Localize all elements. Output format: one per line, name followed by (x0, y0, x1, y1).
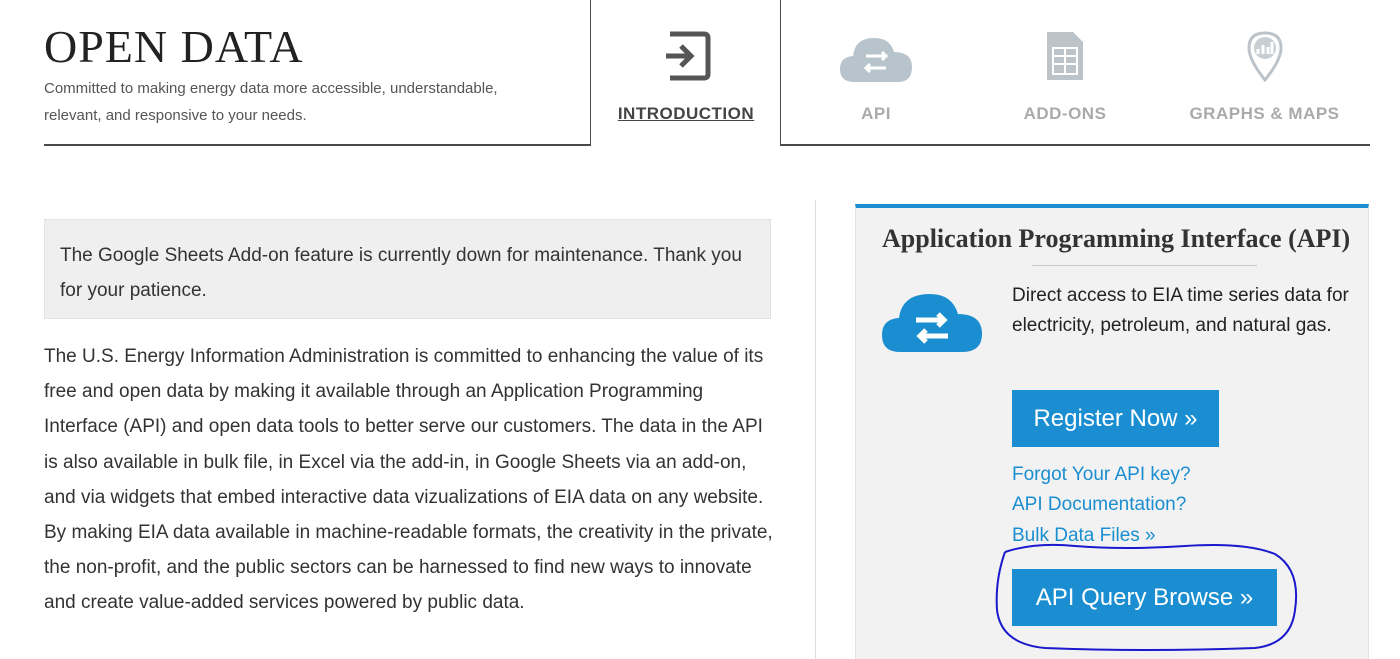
site-header: OPEN DATA Committed to making energy dat… (44, 0, 591, 146)
intro-paragraph: The U.S. Energy Information Administrati… (44, 346, 773, 614)
tab-label: GRAPHS & MAPS (1189, 104, 1340, 123)
spreadsheet-icon (1045, 30, 1085, 87)
page-title: OPEN DATA (44, 21, 304, 72)
api-documentation-link[interactable]: API Documentation? (1012, 494, 1186, 516)
site-tagline: Committed to making energy data more acc… (44, 80, 498, 124)
cloud-transfer-icon (838, 32, 914, 89)
api-panel-title: Application Programming Interface (API) (882, 224, 1351, 253)
maintenance-notice: The Google Sheets Add-on feature is curr… (44, 219, 771, 319)
tab-graphs-maps[interactable]: GRAPHS & MAPS (1181, 0, 1348, 146)
tab-bar: API ADD-ONS GRAPHS & MAPS (780, 0, 1370, 146)
tab-label: INTRODUCTION (617, 104, 755, 123)
divider (1032, 265, 1257, 266)
bulk-data-files-link[interactable]: Bulk Data Files » (1012, 525, 1156, 547)
api-description: Direct access to EIA time series data fo… (1012, 285, 1349, 336)
column-divider (815, 200, 816, 659)
cloud-transfer-icon (880, 288, 984, 359)
forgot-api-key-link[interactable]: Forgot Your API key? (1012, 464, 1191, 486)
tab-label: ADD-ONS (1023, 104, 1107, 123)
sign-in-icon (660, 30, 712, 87)
tab-label: API (861, 104, 891, 123)
map-pin-chart-icon (1245, 30, 1285, 87)
tab-introduction[interactable]: INTRODUCTION (591, 0, 781, 146)
tab-api[interactable]: API (821, 0, 931, 146)
api-query-browse-button[interactable]: API Query Browse » (1012, 569, 1277, 626)
api-panel: Application Programming Interface (API) … (855, 204, 1369, 659)
tab-add-ons[interactable]: ADD-ONS (1006, 0, 1124, 146)
register-now-button[interactable]: Register Now » (1012, 390, 1219, 447)
notice-text: The Google Sheets Add-on feature is curr… (60, 245, 742, 301)
